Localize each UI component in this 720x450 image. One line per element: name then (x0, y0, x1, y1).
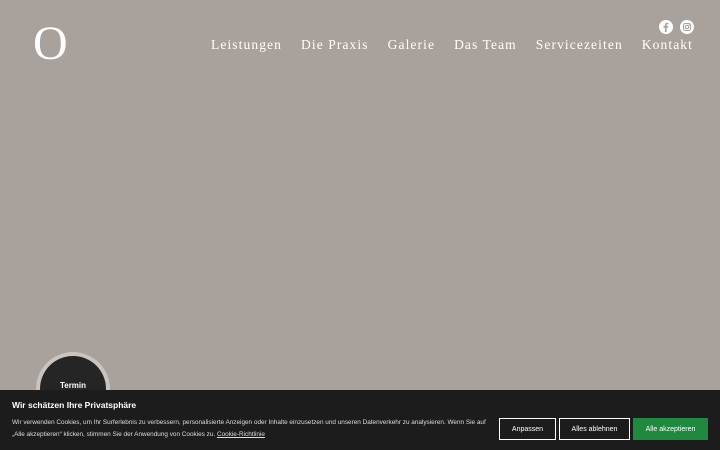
main-nav: Leistungen Die Praxis Galerie Das Team S… (211, 37, 693, 53)
nav-item-galerie[interactable]: Galerie (388, 37, 435, 53)
reject-all-button[interactable]: Alles ablehnen (559, 418, 630, 440)
nav-item-servicezeiten[interactable]: Servicezeiten (536, 37, 623, 53)
nav-item-kontakt[interactable]: Kontakt (642, 37, 693, 53)
accept-all-button[interactable]: Alle akzeptieren (633, 418, 708, 440)
facebook-icon[interactable] (659, 20, 673, 34)
logo[interactable]: O (33, 20, 68, 68)
nav-item-die-praxis[interactable]: Die Praxis (301, 37, 369, 53)
customize-button[interactable]: Anpassen (499, 418, 556, 440)
cookie-title: Wir schätzen Ihre Privatsphäre (12, 400, 137, 410)
instagram-icon[interactable] (680, 20, 694, 34)
social-links (659, 20, 694, 34)
termin-label: Termin (59, 381, 87, 390)
nav-item-leistungen[interactable]: Leistungen (211, 37, 282, 53)
nav-item-das-team[interactable]: Das Team (454, 37, 517, 53)
cookie-policy-link[interactable]: Cookie-Richtlinie (217, 431, 265, 438)
cookie-text: Wir verwenden Cookies, um Ihr Surferlebn… (12, 417, 488, 441)
